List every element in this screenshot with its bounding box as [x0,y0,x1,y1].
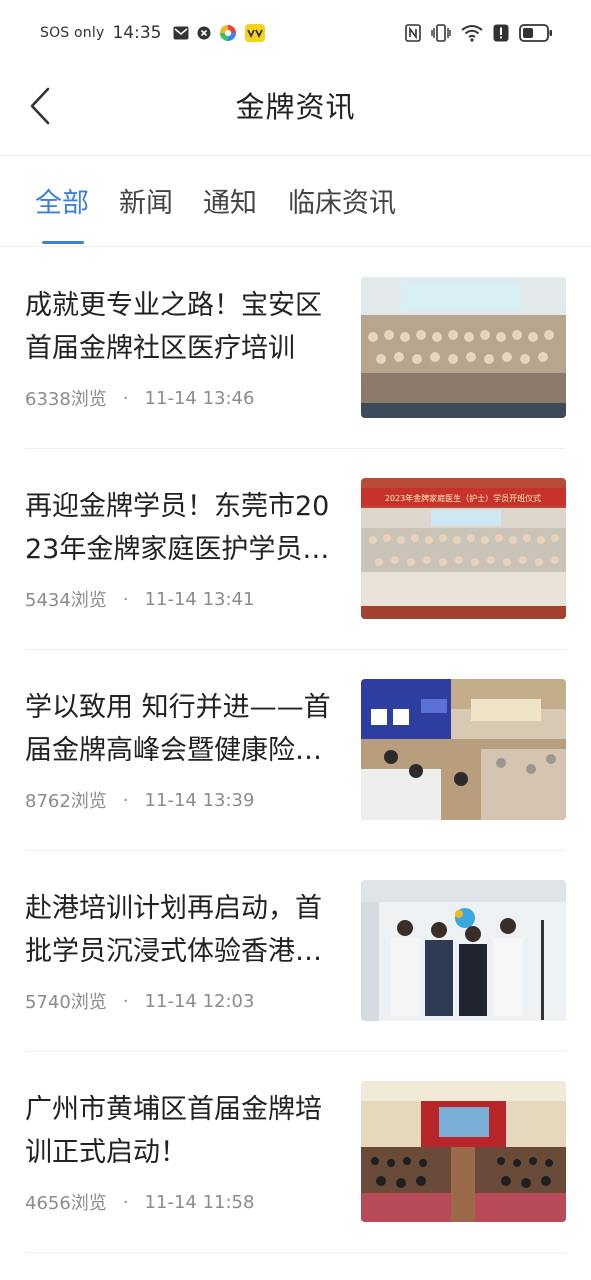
news-meta: 8762浏览 · 11-14 13:39 [25,787,254,813]
divider [25,1252,566,1253]
active-tab-indicator [42,241,84,244]
app-colorful-icon [219,24,237,42]
news-thumbnail [361,277,566,418]
news-title: 成就更专业之路！宝安区首届金牌社区医疗培训 [25,290,322,364]
wifi-icon [461,24,483,42]
news-item[interactable]: 再迎金牌学员！东莞市2023年金牌家庭医护学员开班 5434浏览 · 11-14… [0,449,591,650]
news-meta: 4656浏览 · 11-14 11:58 [25,1189,254,1215]
news-thumbnail: 2023年金牌家庭医生（护士）学员开班仪式 [361,478,566,619]
publish-time: 11-14 12:03 [144,990,255,1012]
tab-all[interactable]: 全部 [35,181,89,220]
view-count: 5740浏览 [25,992,107,1013]
meta-separator: · [122,1191,129,1213]
vibrate-icon [431,24,451,42]
category-tabs: 全部 新闻 通知 临床资讯 [0,157,591,247]
view-count: 8762浏览 [25,791,107,812]
news-meta: 5434浏览 · 11-14 13:41 [25,586,254,612]
thumbnail-caption: 2023年金牌家庭医生（护士）学员开班仪式 [385,493,541,503]
view-count: 5434浏览 [25,590,107,611]
view-count: 6338浏览 [25,389,107,410]
alert-icon [493,24,509,42]
status-bar: SOS only 14:35 [0,0,591,66]
clock: 14:35 [112,23,162,43]
meta-separator: · [122,588,129,610]
news-thumbnail [361,1081,566,1222]
shield-x-icon [197,26,211,40]
meta-separator: · [122,990,129,1012]
news-meta: 5740浏览 · 11-14 12:03 [25,988,254,1014]
news-thumbnail [361,679,566,820]
page-title: 金牌资讯 [235,90,356,124]
news-title: 广州市黄埔区首届金牌培训正式启动！ [25,1094,322,1168]
battery-icon [519,24,553,42]
app-header: 金牌资讯 [0,66,591,156]
tab-clinical[interactable]: 临床资讯 [288,181,396,220]
carrier-text: SOS only [40,25,105,41]
mail-icon [173,26,189,40]
publish-time: 11-14 11:58 [144,1191,255,1213]
news-title: 赴港培训计划再启动，首批学员沉浸式体验香港医疗 [25,893,322,967]
news-item[interactable]: 赴港培训计划再启动，首批学员沉浸式体验香港医疗 5740浏览 · 11-14 1… [0,851,591,1052]
news-title: 再迎金牌学员！东莞市2023年金牌家庭医护学员开班 [25,491,330,565]
view-count: 4656浏览 [25,1193,107,1214]
meta-separator: · [122,387,129,409]
app-yellow-icon [245,24,266,42]
news-item[interactable]: 学以致用 知行并进——首届金牌高峰会暨健康险论坛 8762浏览 · 11-14 … [0,650,591,851]
publish-time: 11-14 13:41 [144,588,255,610]
news-item[interactable]: 成就更专业之路！宝安区首届金牌社区医疗培训 6338浏览 · 11-14 13:… [0,248,591,449]
news-meta: 6338浏览 · 11-14 13:46 [25,385,254,411]
tab-news[interactable]: 新闻 [119,181,173,220]
news-title: 学以致用 知行并进——首届金牌高峰会暨健康险论坛 [25,692,331,766]
nfc-icon [405,24,421,42]
publish-time: 11-14 13:39 [144,789,255,811]
meta-separator: · [122,789,129,811]
news-thumbnail [361,880,566,1021]
publish-time: 11-14 13:46 [144,387,255,409]
news-item[interactable]: 广州市黄埔区首届金牌培训正式启动！ 4656浏览 · 11-14 11:58 [0,1052,591,1253]
tab-notice[interactable]: 通知 [203,181,257,220]
